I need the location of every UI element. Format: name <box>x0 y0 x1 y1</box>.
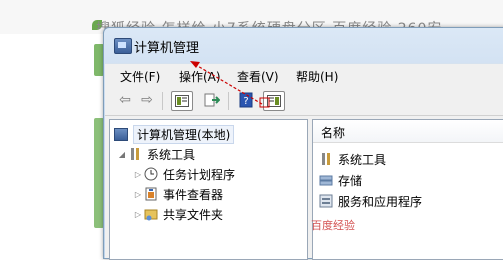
watermark: 百度经验 <box>311 219 355 232</box>
annotation-arrow <box>190 61 270 108</box>
